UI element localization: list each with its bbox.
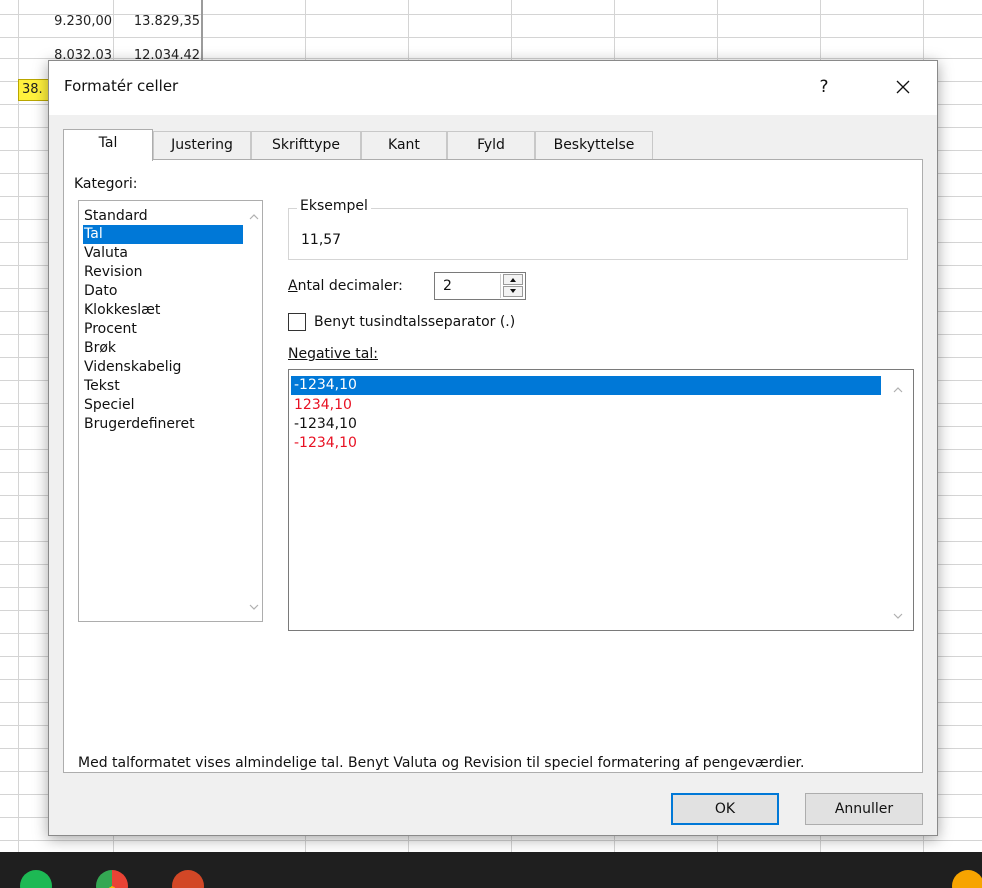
list-item[interactable]: Tal	[83, 225, 243, 244]
list-item[interactable]: -1234,10	[291, 376, 881, 395]
cell-value[interactable]: 9.230,00	[18, 14, 112, 29]
triangle-up-icon	[510, 278, 516, 282]
scroll-down-icon[interactable]	[247, 601, 261, 613]
column-divider	[201, 0, 203, 60]
list-item[interactable]: Standard	[83, 207, 243, 226]
spin-down-button[interactable]	[503, 286, 523, 297]
list-item[interactable]: -1234,10	[291, 415, 881, 434]
cell-value[interactable]: 8.032,03	[18, 48, 112, 59]
list-item[interactable]: Procent	[83, 320, 243, 339]
scroll-up-icon[interactable]	[891, 384, 905, 396]
sample-title: Eksempel	[297, 198, 371, 214]
tab-justering[interactable]: Justering	[153, 131, 251, 159]
format-description: Med talformatet vises almindelige tal. B…	[78, 755, 805, 771]
thousands-separator-label[interactable]: Benyt tusindtalsseparator (.)	[314, 314, 515, 330]
close-button[interactable]	[883, 73, 923, 101]
tab-fyld[interactable]: Fyld	[447, 131, 535, 159]
tab-panel-tal: Kategori: Standard Tal Valuta Revision D…	[63, 159, 923, 773]
list-item[interactable]: Videnskabelig	[83, 358, 243, 377]
tab-beskyttelse[interactable]: Beskyttelse	[535, 131, 653, 159]
row-divider	[0, 37, 982, 38]
decimals-label: Antal decimaler:	[288, 278, 403, 294]
row-divider	[0, 840, 982, 841]
taskbar	[0, 852, 982, 888]
ok-button[interactable]: OK	[671, 793, 779, 825]
list-item[interactable]: Revision	[83, 263, 243, 282]
spotify-icon[interactable]	[20, 870, 52, 888]
notification-icon[interactable]	[952, 870, 982, 888]
format-cells-dialog: Formatér celler ? Tal Justering Skriftty…	[48, 60, 938, 836]
negative-numbers-list[interactable]: -1234,10 1234,10 -1234,10 -1234,10	[288, 369, 914, 631]
tab-tal[interactable]: Tal	[63, 129, 153, 161]
category-list[interactable]: Standard Tal Valuta Revision Dato Klokke…	[78, 200, 263, 622]
list-item[interactable]: Klokkeslæt	[83, 301, 243, 320]
dialog-titlebar[interactable]: Formatér celler ?	[49, 61, 937, 115]
scroll-up-icon[interactable]	[247, 211, 261, 223]
sample-group: Eksempel 11,57	[288, 198, 908, 260]
list-item[interactable]: -1234,10	[291, 434, 881, 453]
thousands-separator-checkbox[interactable]	[288, 313, 306, 331]
tab-skrifttype[interactable]: Skrifttype	[251, 131, 361, 159]
column-divider	[18, 0, 19, 852]
chrome-icon[interactable]	[96, 870, 128, 888]
cell-value[interactable]: 12.034,42	[114, 48, 200, 59]
list-item[interactable]: Brugerdefineret	[83, 415, 243, 434]
decimals-spinner[interactable]	[500, 274, 524, 298]
list-item[interactable]: Tekst	[83, 377, 243, 396]
negative-numbers-label: Negative tal:	[288, 346, 378, 362]
tab-kant[interactable]: Kant	[361, 131, 447, 159]
sample-value: 11,57	[301, 232, 342, 248]
cancel-button[interactable]: Annuller	[805, 793, 923, 825]
triangle-down-icon	[510, 289, 516, 293]
dialog-title: Formatér celler	[64, 77, 179, 95]
cell-value: 38.	[22, 82, 43, 97]
help-button[interactable]: ?	[809, 73, 839, 101]
powerpoint-icon[interactable]	[172, 870, 204, 888]
cell-value[interactable]: 13.829,35	[114, 14, 200, 29]
close-icon	[896, 80, 910, 94]
spin-up-button[interactable]	[503, 274, 523, 285]
list-item[interactable]: 1234,10	[291, 396, 881, 415]
list-item[interactable]: Brøk	[83, 339, 243, 358]
list-item[interactable]: Valuta	[83, 244, 243, 263]
category-label: Kategori:	[74, 176, 138, 192]
list-item[interactable]: Dato	[83, 282, 243, 301]
decimals-label-text: ntal decimaler:	[297, 278, 403, 294]
scroll-down-icon[interactable]	[891, 610, 905, 622]
list-item[interactable]: Speciel	[83, 396, 243, 415]
